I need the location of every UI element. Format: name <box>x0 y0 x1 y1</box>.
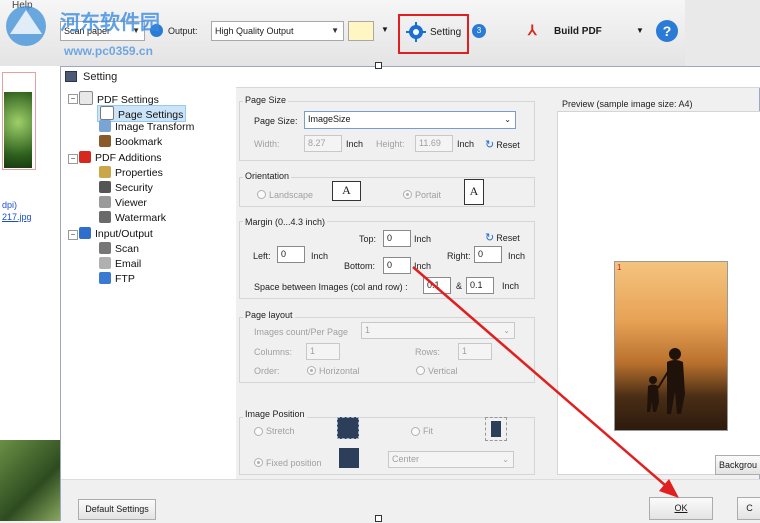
output-combo[interactable]: High Quality Output ▼ <box>211 21 344 41</box>
thumb-caption-filename[interactable]: 217.jpg <box>2 212 32 222</box>
output-combo-value: High Quality Output <box>215 26 294 36</box>
background-image <box>0 440 60 521</box>
watermark-url: www.pc0359.cn <box>64 44 153 58</box>
logo-icon <box>6 6 46 46</box>
build-pdf-button[interactable]: ⅄ Build PDF ▼ <box>526 20 648 42</box>
step-3-badge: 3 <box>472 24 486 38</box>
annotation-arrow <box>412 266 679 498</box>
setting-dialog: Setting − PDF Settings Page Settings Ima… <box>60 66 760 523</box>
help-icon[interactable]: ? <box>656 20 678 42</box>
color-swatch-button[interactable] <box>348 21 374 41</box>
background-right-area <box>685 0 760 66</box>
thumbnail-image <box>4 92 32 168</box>
thumb-caption-dpi: dpi) <box>2 200 18 210</box>
chevron-down-icon: ▼ <box>636 26 644 35</box>
color-dropdown-icon[interactable]: ▼ <box>381 25 389 34</box>
chevron-down-icon: ▼ <box>331 26 339 35</box>
build-pdf-label: Build PDF <box>554 26 602 37</box>
resize-handle[interactable] <box>375 62 382 69</box>
watermark-site-name: 河东软件园 <box>60 12 160 34</box>
highlight-box <box>398 14 469 54</box>
site-logo <box>0 0 58 50</box>
output-label: Output: <box>168 26 198 36</box>
pdf-icon: ⅄ <box>528 22 537 38</box>
